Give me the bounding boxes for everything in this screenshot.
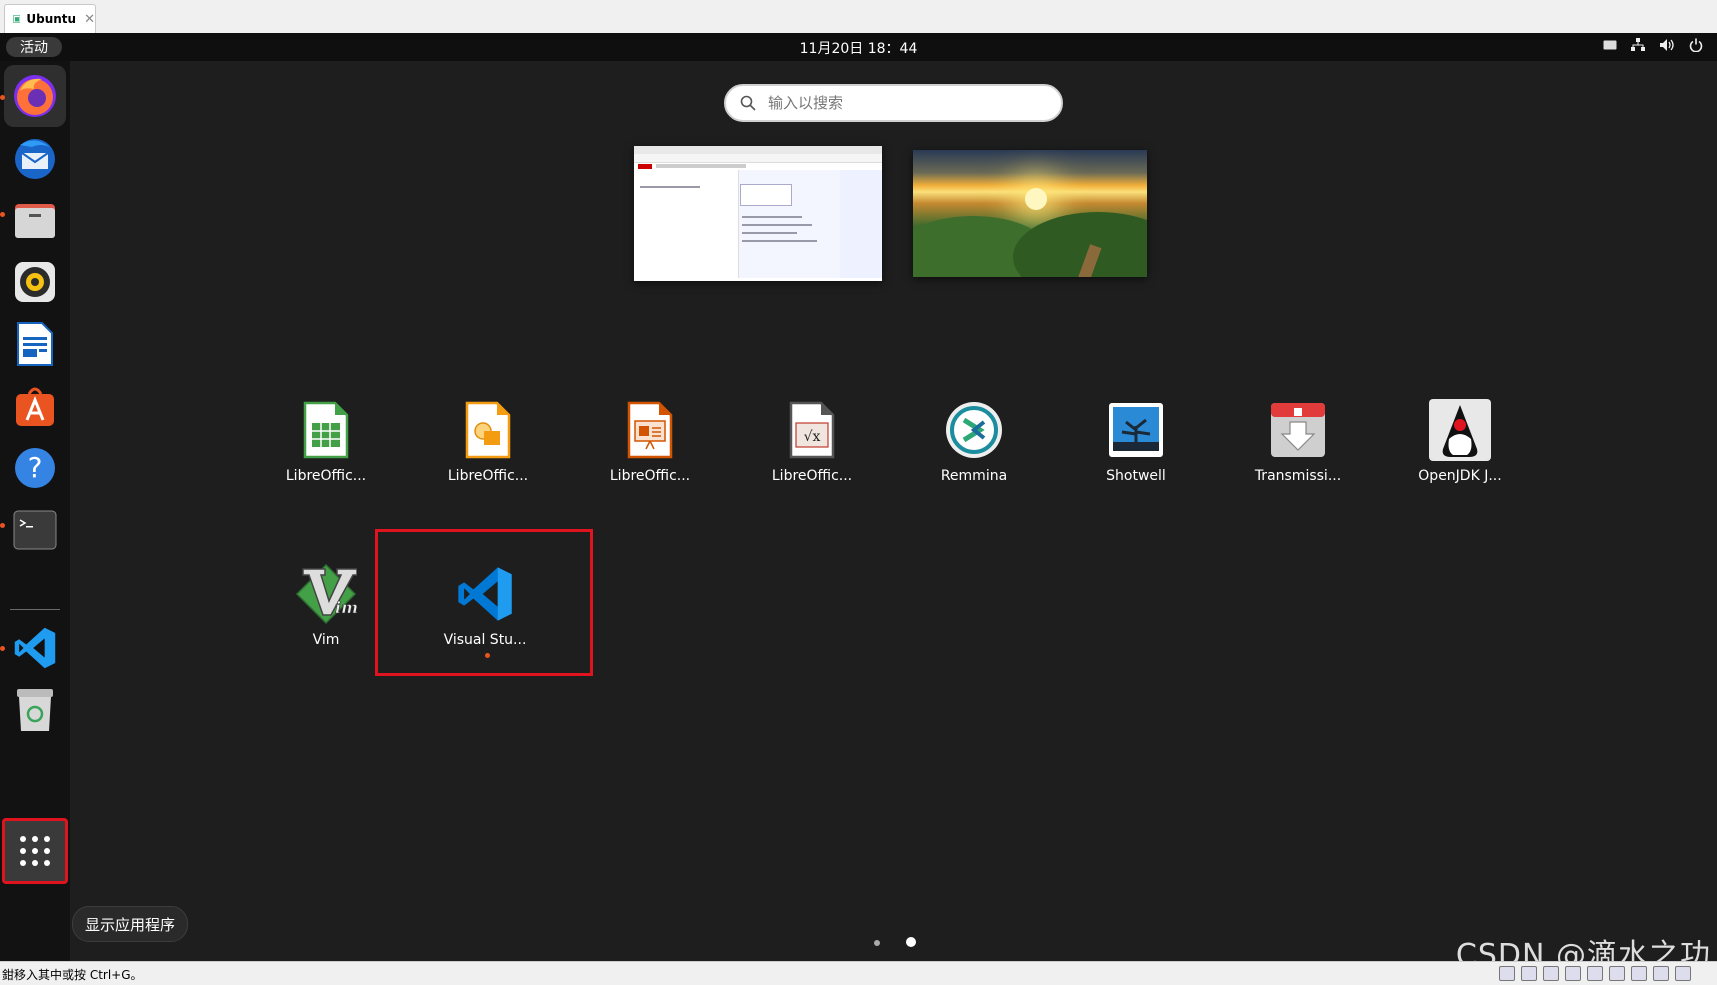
- dock-separator: [10, 609, 60, 610]
- dock-trash[interactable]: [4, 679, 66, 741]
- app-libreoffice-impress[interactable]: LibreOffic...: [580, 398, 720, 498]
- libreoffice-math-icon: √x: [789, 401, 835, 459]
- svg-text:im: im: [335, 598, 357, 617]
- dock-rhythmbox[interactable]: [4, 251, 66, 313]
- device-icon[interactable]: [1565, 966, 1581, 981]
- close-icon[interactable]: ✕: [84, 12, 95, 27]
- help-icon: ?: [15, 448, 55, 488]
- vim-icon: im: [295, 563, 357, 625]
- device-icon[interactable]: [1543, 966, 1559, 981]
- app-label: Vim: [312, 632, 340, 648]
- app-libreoffice-math[interactable]: √x LibreOffic...: [742, 398, 882, 498]
- network-icon[interactable]: [1631, 38, 1645, 52]
- page-indicator-2[interactable]: [906, 937, 916, 947]
- app-libreoffice-calc[interactable]: LibreOffic...: [256, 398, 396, 498]
- app-label: Transmissi...: [1254, 468, 1342, 484]
- app-libreoffice-draw[interactable]: LibreOffic...: [418, 398, 558, 498]
- device-icon[interactable]: [1587, 966, 1603, 981]
- device-icon[interactable]: [1675, 966, 1691, 981]
- device-icon[interactable]: [1631, 966, 1647, 981]
- files-icon: [15, 204, 55, 238]
- libreoffice-impress-icon: [627, 401, 673, 459]
- app-label: OpenJDK J...: [1418, 468, 1502, 484]
- libreoffice-writer-icon: [17, 322, 53, 366]
- vm-tab-ubuntu[interactable]: Ubuntu ✕: [4, 4, 96, 33]
- app-shotwell[interactable]: Shotwell: [1066, 398, 1206, 498]
- ubuntu-software-icon: [16, 387, 54, 426]
- vm-tab-title: Ubuntu: [26, 12, 77, 26]
- thunderbird-icon: [15, 139, 55, 179]
- app-label: Remmina: [940, 468, 1008, 484]
- app-label: LibreOffic...: [771, 468, 853, 484]
- app-label: Shotwell: [1106, 468, 1166, 484]
- vm-icon: [13, 15, 21, 23]
- device-icon[interactable]: [1521, 966, 1537, 981]
- status-icons: [1499, 966, 1691, 981]
- dock-files[interactable]: [4, 189, 66, 251]
- vm-tab-strip: Ubuntu ✕: [0, 0, 1717, 34]
- remmina-icon: [946, 402, 1002, 458]
- grid-icon: [20, 836, 50, 866]
- app-label: LibreOffic...: [285, 468, 367, 484]
- status-message: 鉗移入其中或按 Ctrl+G。: [2, 968, 143, 982]
- vscode-icon: [14, 627, 56, 669]
- dock-firefox[interactable]: [4, 65, 66, 127]
- app-openjdk[interactable]: OpenJDK J...: [1390, 398, 1530, 498]
- search-input[interactable]: [766, 93, 1040, 113]
- host-status-bar: 鉗移入其中或按 Ctrl+G。: [0, 961, 1717, 985]
- svg-text:√x: √x: [804, 429, 821, 445]
- trash-icon: [17, 689, 53, 731]
- vscode-highlight-box: [375, 529, 593, 676]
- page-indicator-1[interactable]: [874, 940, 880, 946]
- top-bar: 活动 11月20日 18：44: [0, 33, 1717, 61]
- libreoffice-calc-icon: [303, 401, 349, 459]
- transmission-icon: [1271, 403, 1325, 457]
- libreoffice-draw-icon: [465, 401, 511, 459]
- svg-text:?: ?: [28, 451, 43, 484]
- device-icon[interactable]: [1609, 966, 1625, 981]
- dock-ubuntu-software[interactable]: [4, 375, 66, 437]
- dock-help[interactable]: ?: [4, 437, 66, 499]
- app-remmina[interactable]: Remmina: [904, 398, 1044, 498]
- clock[interactable]: 11月20日 18：44: [0, 38, 1717, 58]
- dock-thunderbird[interactable]: [4, 127, 66, 189]
- keyboard-icon[interactable]: [1603, 40, 1617, 50]
- terminal-icon: [13, 510, 57, 550]
- search-bar[interactable]: [724, 84, 1063, 122]
- openjdk-icon: [1429, 399, 1491, 461]
- workspace-thumbnail-2[interactable]: [913, 150, 1147, 277]
- dock-visual-studio-code[interactable]: [4, 617, 66, 679]
- show-applications-button[interactable]: [2, 818, 68, 884]
- rhythmbox-icon: [15, 262, 55, 302]
- power-icon[interactable]: [1689, 38, 1703, 52]
- app-label: LibreOffic...: [447, 468, 529, 484]
- workspace-thumbnail-1[interactable]: [634, 146, 882, 281]
- show-applications-tooltip: 显示应用程序: [72, 906, 189, 942]
- device-icon[interactable]: [1653, 966, 1669, 981]
- app-label: LibreOffic...: [609, 468, 691, 484]
- dock-terminal[interactable]: [4, 499, 66, 561]
- dock-libreoffice-writer[interactable]: [4, 313, 66, 375]
- running-indicator: [485, 653, 490, 658]
- device-icon[interactable]: [1499, 966, 1515, 981]
- shotwell-icon: [1109, 403, 1163, 457]
- volume-icon[interactable]: [1659, 38, 1675, 52]
- system-tray[interactable]: [1603, 38, 1703, 52]
- app-transmission[interactable]: Transmissi...: [1228, 398, 1368, 498]
- firefox-icon: [14, 75, 56, 117]
- search-icon: [740, 95, 756, 111]
